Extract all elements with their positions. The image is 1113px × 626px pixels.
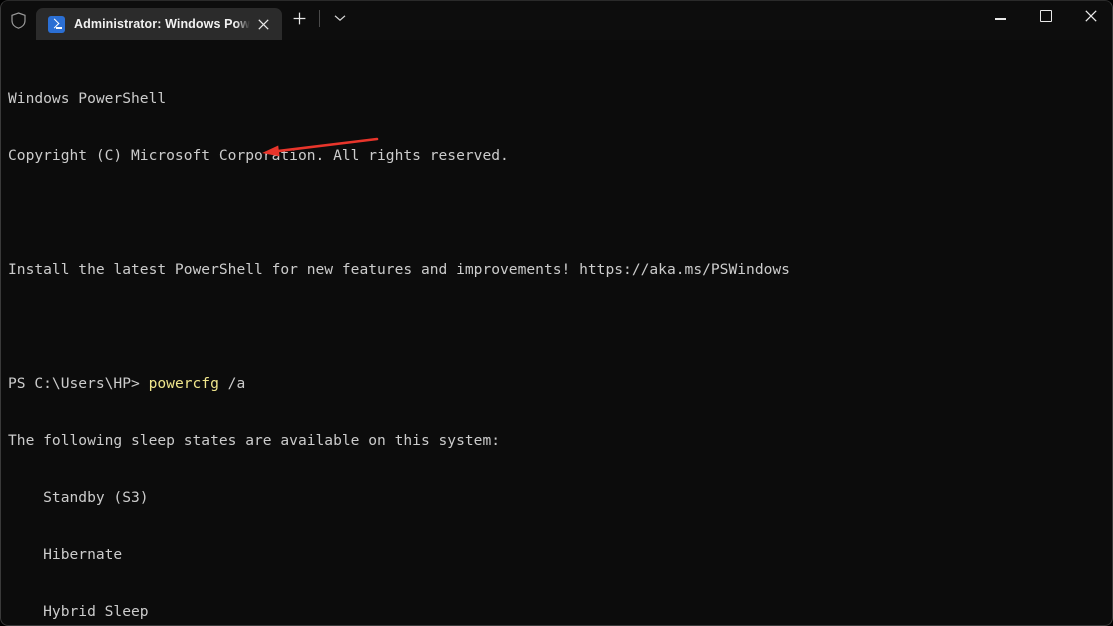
new-tab-button[interactable]: [282, 3, 316, 33]
minimize-button[interactable]: [978, 0, 1023, 32]
tab-actions-divider: [319, 9, 320, 27]
console-output: Windows PowerShell Copyright (C) Microso…: [8, 51, 790, 626]
powershell-window: Administrator: Windows Powe Windows Powe…: [0, 0, 1113, 626]
title-bar: Administrator: Windows Powe: [0, 0, 1113, 40]
tab-actions: [282, 0, 357, 40]
admin-shield-indicator: [0, 0, 36, 40]
maximize-icon: [1039, 10, 1052, 22]
close-icon[interactable]: [250, 11, 276, 37]
console-prompt-line: PS C:\Users\HP> powercfg /a: [8, 374, 790, 393]
console-line: Windows PowerShell: [8, 90, 167, 107]
console-line: The following sleep states are available…: [8, 432, 501, 449]
minimize-icon: [995, 18, 1006, 20]
typed-command-args: /a: [218, 375, 246, 392]
titlebar-drag-area: [357, 0, 978, 40]
powershell-icon: [48, 15, 65, 33]
tab-strip: Administrator: Windows Powe: [36, 0, 282, 40]
typed-command: powercfg: [148, 375, 219, 392]
tab-administrator-windows-powershell[interactable]: Administrator: Windows Powe: [36, 8, 282, 40]
chevron-down-icon: [334, 15, 346, 22]
maximize-button[interactable]: [1023, 0, 1068, 32]
shield-icon: [10, 11, 26, 29]
close-window-button[interactable]: [1068, 0, 1113, 32]
tab-title: Administrator: Windows Powe: [74, 17, 250, 31]
console-line: Copyright (C) Microsoft Corporation. All…: [8, 147, 509, 164]
window-controls: [978, 0, 1113, 40]
console-line: Hibernate: [8, 546, 123, 563]
close-icon: [1084, 10, 1097, 22]
close-glyph: [257, 18, 269, 30]
plus-icon: [293, 12, 305, 24]
console-line: Hybrid Sleep: [8, 603, 149, 620]
console-line: Standby (S3): [8, 489, 149, 506]
tab-dropdown-button[interactable]: [323, 3, 357, 33]
terminal-surface[interactable]: Windows PowerShell Copyright (C) Microso…: [0, 40, 1113, 626]
prompt-text: PS C:\Users\HP>: [8, 375, 140, 392]
console-line: Install the latest PowerShell for new fe…: [8, 261, 790, 278]
